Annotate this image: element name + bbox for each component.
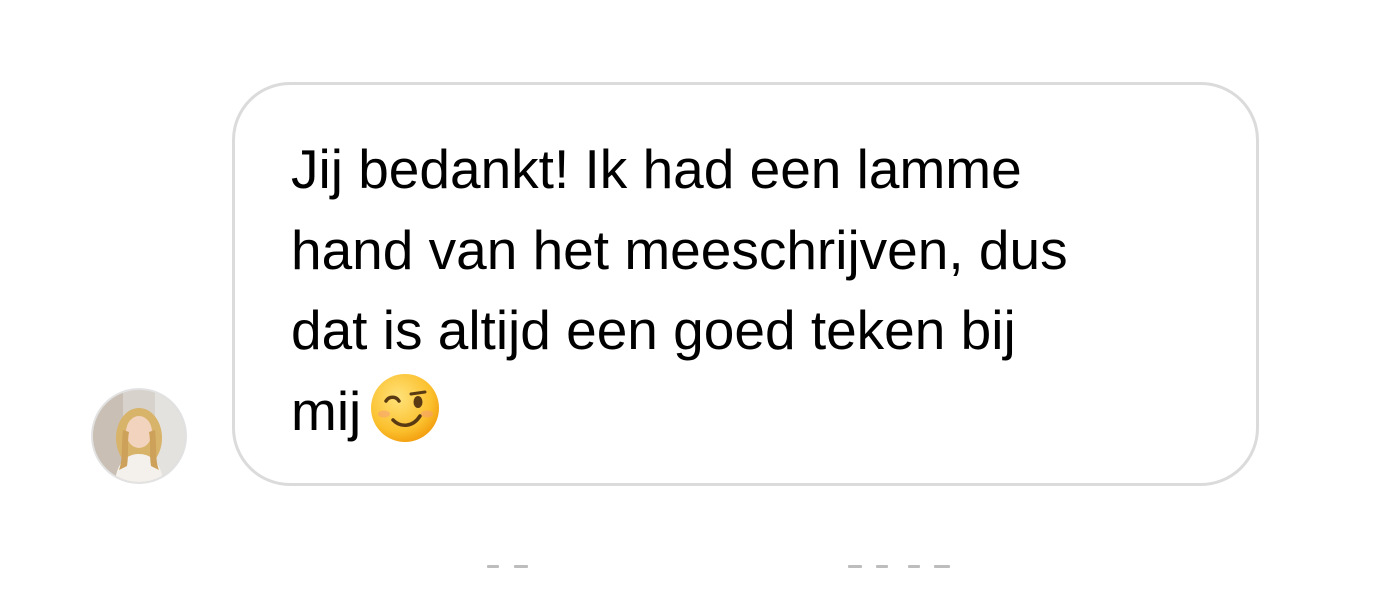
clipped-timestamp-glyphs xyxy=(487,565,950,568)
message-text: Jij bedankt! Ik had een lamme hand van he… xyxy=(291,129,1211,451)
message-line-2: hand van het meeschrijven, dus xyxy=(291,218,1068,281)
winking-face-icon xyxy=(369,372,441,444)
message-bubble[interactable]: Jij bedankt! Ik had een lamme hand van he… xyxy=(232,82,1259,486)
message-line-4: mij xyxy=(291,379,362,442)
avatar-photo xyxy=(93,390,185,482)
message-line-1: Jij bedankt! Ik had een lamme xyxy=(291,138,1022,200)
sender-avatar[interactable] xyxy=(91,388,187,484)
timestamp-row-clipped xyxy=(0,556,1393,570)
message-line-3: dat is altijd een goed teken bij xyxy=(291,299,1016,361)
